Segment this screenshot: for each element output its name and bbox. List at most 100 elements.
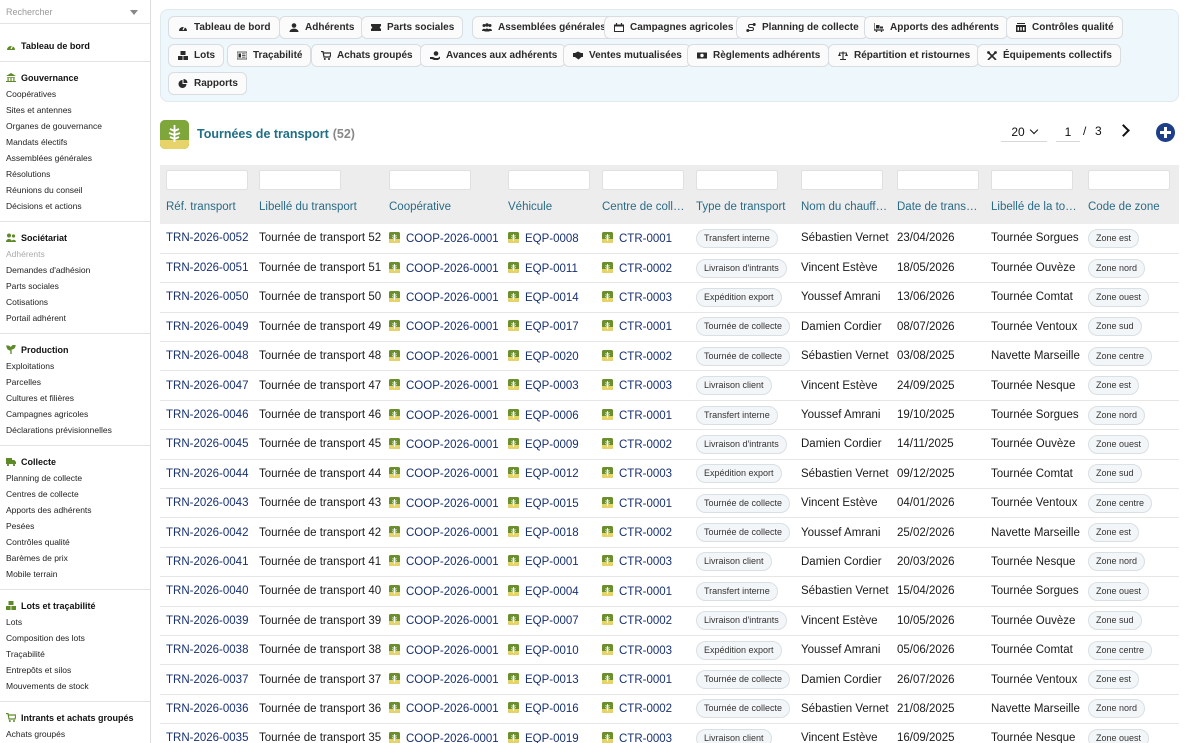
table-row[interactable]: TRN-2026-0036 Tournée de transport 36 COOP… [160,694,1179,725]
cell-centre-collecte[interactable]: CTR-0001 [596,664,690,695]
cell-vehicule[interactable]: EQP-0011 [502,253,596,284]
sidebar-item-entrepots-et-silos[interactable]: Entrepôts et silos [0,662,150,678]
cell-vehicule[interactable]: EQP-0004 [502,576,596,607]
record-link[interactable]: TRN-2026-0052 [166,232,248,244]
sidebar-section-header[interactable]: Collecte [0,453,150,470]
table-row[interactable]: TRN-2026-0038 Tournée de transport 38 COOP… [160,635,1179,666]
table-row[interactable]: TRN-2026-0049 Tournée de transport 49 COOP… [160,312,1179,343]
cell-cooperative[interactable]: COOP-2026-0001 [383,635,502,666]
cell-cooperative[interactable]: COOP-2026-0001 [383,488,502,519]
table-row[interactable]: TRN-2026-0046 Tournée de transport 46 COOP… [160,400,1179,431]
tab-tracabilite[interactable]: Traçabilité [227,44,312,67]
next-page-button[interactable] [1116,121,1134,141]
tab-equipements-collectifs[interactable]: Équipements collectifs [977,44,1121,67]
column-header-cooperative[interactable]: Coopérative [383,165,502,224]
record-link[interactable]: TRN-2026-0049 [166,321,248,333]
table-row[interactable]: TRN-2026-0051 Tournée de transport 51 COOP… [160,253,1179,284]
cell-centre-collecte[interactable]: CTR-0001 [596,488,690,519]
table-row[interactable]: TRN-2026-0042 Tournée de transport 42 COOP… [160,517,1179,548]
reference-link[interactable]: COOP-2026-0001 [406,380,499,392]
reference-link[interactable]: COOP-2026-0001 [406,321,499,333]
tab-campagnes-agricoles[interactable]: Campagnes agricoles [604,16,743,39]
sidebar-item-sites-et-antennes[interactable]: Sites et antennes [0,102,150,118]
cell-vehicule[interactable]: EQP-0006 [502,400,596,431]
reference-link[interactable]: EQP-0019 [525,733,579,743]
sidebar-item-centres-de-collecte[interactable]: Centres de collecte [0,486,150,502]
record-link[interactable]: TRN-2026-0047 [166,380,248,392]
search-input[interactable] [0,0,150,23]
cell-ref-transport[interactable]: TRN-2026-0040 [160,576,253,607]
cell-centre-collecte[interactable]: CTR-0003 [596,635,690,666]
sidebar-item-composition-des-lots[interactable]: Composition des lots [0,630,150,646]
cell-ref-transport[interactable]: TRN-2026-0037 [160,664,253,695]
sidebar-item-adherents[interactable]: Adhérents [0,246,150,262]
reference-link[interactable]: COOP-2026-0001 [406,527,499,539]
reference-link[interactable]: EQP-0003 [525,380,579,392]
record-link[interactable]: TRN-2026-0043 [166,497,248,509]
table-row[interactable]: TRN-2026-0052 Tournée de transport 52 COOP… [160,224,1179,254]
reference-link[interactable]: EQP-0013 [525,674,579,686]
reference-link[interactable]: COOP-2026-0001 [406,233,499,245]
reference-link[interactable]: COOP-2026-0001 [406,645,499,657]
cell-centre-collecte[interactable]: CTR-0003 [596,459,690,490]
reference-link[interactable]: CTR-0003 [619,733,672,743]
sidebar-item-cotisations[interactable]: Cotisations [0,294,150,310]
record-link[interactable]: TRN-2026-0038 [166,644,248,656]
cell-vehicule[interactable]: EQP-0015 [502,488,596,519]
cell-cooperative[interactable]: COOP-2026-0001 [383,694,502,725]
sidebar-item-achats-groupes[interactable]: Achats groupés [0,726,150,742]
reference-link[interactable]: EQP-0001 [525,556,579,568]
column-filter-input[interactable] [389,170,471,190]
tab-apports-des-adherents[interactable]: Apports des adhérents [864,16,1008,39]
table-row[interactable]: TRN-2026-0035 Tournée de transport 35 COOP… [160,723,1179,743]
cell-ref-transport[interactable]: TRN-2026-0045 [160,429,253,460]
reference-link[interactable]: COOP-2026-0001 [406,586,499,598]
add-record-button[interactable] [1156,123,1175,142]
sidebar-section-header[interactable]: Gouvernance [0,69,150,86]
cell-cooperative[interactable]: COOP-2026-0001 [383,429,502,460]
cell-centre-collecte[interactable]: CTR-0003 [596,370,690,401]
cell-ref-transport[interactable]: TRN-2026-0051 [160,253,253,284]
reference-link[interactable]: CTR-0002 [619,703,672,715]
column-filter-input[interactable] [991,170,1073,190]
cell-centre-collecte[interactable]: CTR-0003 [596,282,690,313]
cell-cooperative[interactable]: COOP-2026-0001 [383,664,502,695]
cell-vehicule[interactable]: EQP-0016 [502,694,596,725]
reference-link[interactable]: COOP-2026-0001 [406,263,499,275]
reference-link[interactable]: EQP-0018 [525,527,579,539]
sidebar-item-planning-de-collecte[interactable]: Planning de collecte [0,470,150,486]
reference-link[interactable]: CTR-0001 [619,321,672,333]
sidebar-item-controles-qualite[interactable]: Contrôles qualité [0,534,150,550]
cell-ref-transport[interactable]: TRN-2026-0043 [160,488,253,519]
sidebar-item-assemblees-generales[interactable]: Assemblées générales [0,150,150,166]
tab-assemblees-generales[interactable]: Assemblées générales [472,16,615,39]
cell-cooperative[interactable]: COOP-2026-0001 [383,370,502,401]
table-row[interactable]: TRN-2026-0045 Tournée de transport 45 COOP… [160,429,1179,460]
reference-link[interactable]: EQP-0020 [525,351,579,363]
reference-link[interactable]: EQP-0007 [525,615,579,627]
cell-centre-collecte[interactable]: CTR-0002 [596,253,690,284]
column-filter-input[interactable] [897,170,979,190]
sidebar-item-lots[interactable]: Lots [0,614,150,630]
column-filter-input[interactable] [166,170,248,190]
cell-cooperative[interactable]: COOP-2026-0001 [383,517,502,548]
reference-link[interactable]: EQP-0011 [525,263,578,275]
reference-link[interactable]: EQP-0006 [525,410,579,422]
reference-link[interactable]: EQP-0016 [525,703,579,715]
column-filter-input[interactable] [1088,170,1170,190]
reference-link[interactable]: COOP-2026-0001 [406,703,499,715]
cell-centre-collecte[interactable]: CTR-0003 [596,547,690,578]
cell-ref-transport[interactable]: TRN-2026-0035 [160,723,253,743]
cell-ref-transport[interactable]: TRN-2026-0039 [160,606,253,636]
tab-controles-qualite[interactable]: Contrôles qualité [1006,16,1123,39]
tab-planning-de-collecte[interactable]: Planning de collecte [736,16,868,39]
reference-link[interactable]: COOP-2026-0001 [406,439,499,451]
cell-vehicule[interactable]: EQP-0007 [502,606,596,636]
reference-link[interactable]: COOP-2026-0001 [406,615,499,627]
reference-link[interactable]: EQP-0015 [525,498,579,510]
cell-cooperative[interactable]: COOP-2026-0001 [383,400,502,431]
column-header-date-transport[interactable]: Date de trans… [891,165,985,224]
sidebar-item-apports-des-adherents[interactable]: Apports des adhérents [0,502,150,518]
column-filter-input[interactable] [801,170,883,190]
sidebar-item-parts-sociales[interactable]: Parts sociales [0,278,150,294]
